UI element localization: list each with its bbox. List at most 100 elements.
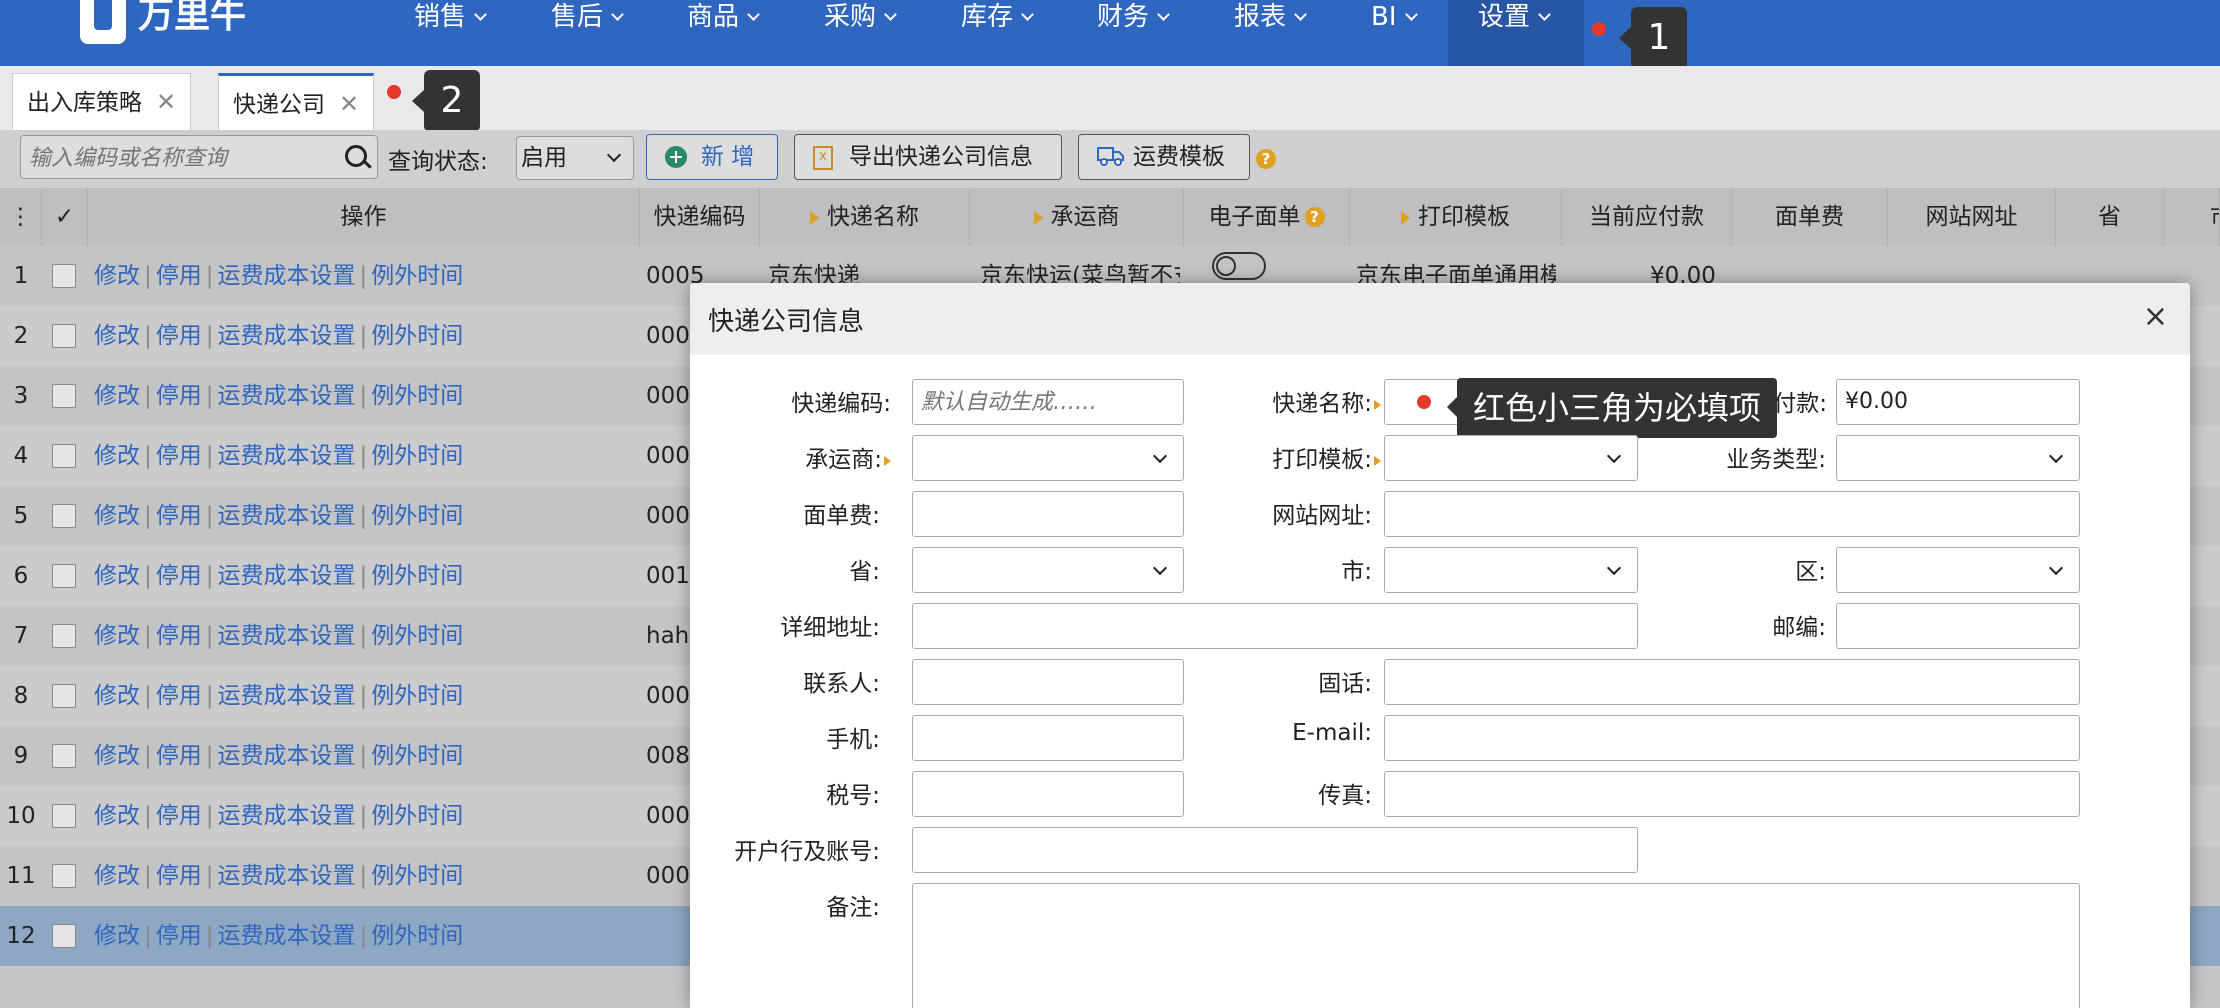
row-checkbox[interactable] — [52, 564, 76, 588]
exception-time-link[interactable]: 例外时间 — [371, 923, 463, 949]
row-checkbox[interactable] — [52, 744, 76, 768]
disable-link[interactable]: 停用 — [156, 383, 202, 409]
column-header-eorder[interactable]: 电子面单? — [1184, 188, 1350, 246]
row-checkbox[interactable] — [52, 384, 76, 408]
edit-link[interactable]: 修改 — [94, 263, 140, 289]
disable-link[interactable]: 停用 — [156, 263, 202, 289]
column-header-province[interactable]: 省 — [2056, 188, 2164, 246]
row-checkbox[interactable] — [52, 924, 76, 948]
edit-link[interactable]: 修改 — [94, 443, 140, 469]
column-header-code[interactable]: 快递编码 — [640, 188, 760, 246]
edit-link[interactable]: 修改 — [94, 863, 140, 889]
edit-link[interactable]: 修改 — [94, 923, 140, 949]
disable-link[interactable]: 停用 — [156, 863, 202, 889]
province-select[interactable] — [912, 547, 1184, 593]
nav-item-products[interactable]: 商品 — [683, 0, 762, 66]
disable-link[interactable]: 停用 — [156, 803, 202, 829]
exception-time-link[interactable]: 例外时间 — [371, 563, 463, 589]
freight-cost-link[interactable]: 运费成本设置 — [218, 383, 356, 409]
freight-cost-link[interactable]: 运费成本设置 — [218, 623, 356, 649]
remark-textarea[interactable] — [912, 883, 2080, 1008]
nav-item-settings[interactable]: 设置 — [1448, 0, 1584, 66]
row-checkbox[interactable] — [52, 264, 76, 288]
city-select[interactable] — [1384, 547, 1638, 593]
search-icon[interactable] — [345, 145, 367, 167]
disable-link[interactable]: 停用 — [156, 503, 202, 529]
help-icon[interactable]: ? — [1256, 149, 1276, 169]
nav-item-inventory[interactable]: 库存 — [957, 0, 1036, 66]
website-input[interactable] — [1384, 491, 2080, 537]
add-button[interactable]: 新 增 — [646, 134, 778, 180]
freight-cost-link[interactable]: 运费成本设置 — [218, 803, 356, 829]
freight-template-button[interactable]: 运费模板 — [1078, 134, 1250, 180]
row-checkbox[interactable] — [52, 504, 76, 528]
eorder-toggle[interactable] — [1212, 252, 1266, 280]
disable-link[interactable]: 停用 — [156, 743, 202, 769]
column-header-website[interactable]: 网站网址 — [1888, 188, 2056, 246]
edit-link[interactable]: 修改 — [94, 503, 140, 529]
exception-time-link[interactable]: 例外时间 — [371, 623, 463, 649]
disable-link[interactable]: 停用 — [156, 443, 202, 469]
bank-input[interactable] — [912, 827, 1638, 873]
freight-cost-link[interactable]: 运费成本设置 — [218, 683, 356, 709]
phone-input[interactable] — [1384, 659, 2080, 705]
nav-item-bi[interactable]: BI — [1367, 0, 1420, 66]
contact-input[interactable] — [912, 659, 1184, 705]
column-header-carrier[interactable]: 承运商 — [970, 188, 1184, 246]
row-checkbox[interactable] — [52, 624, 76, 648]
edit-link[interactable]: 修改 — [94, 743, 140, 769]
freight-cost-link[interactable]: 运费成本设置 — [218, 443, 356, 469]
address-input[interactable] — [912, 603, 1638, 649]
disable-link[interactable]: 停用 — [156, 623, 202, 649]
column-header-print-template[interactable]: 打印模板 — [1350, 188, 1562, 246]
nav-item-purchase[interactable]: 采购 — [820, 0, 899, 66]
print-template-select[interactable] — [1384, 435, 1638, 481]
close-icon[interactable]: ✕ — [156, 88, 176, 116]
freight-cost-link[interactable]: 运费成本设置 — [218, 263, 356, 289]
column-header-payable[interactable]: 当前应付款 — [1562, 188, 1732, 246]
select-all-checkbox[interactable]: ✓ — [42, 188, 88, 246]
postcode-input[interactable] — [1836, 603, 2080, 649]
disable-link[interactable]: 停用 — [156, 683, 202, 709]
sheet-fee-input[interactable] — [912, 491, 1184, 537]
freight-cost-link[interactable]: 运费成本设置 — [218, 503, 356, 529]
email-input[interactable] — [1384, 715, 2080, 761]
app-logo[interactable]: 万里牛 — [80, 0, 246, 44]
edit-link[interactable]: 修改 — [94, 803, 140, 829]
edit-link[interactable]: 修改 — [94, 563, 140, 589]
tab-courier-company[interactable]: 快递公司 ✕ — [218, 73, 375, 130]
close-icon[interactable]: × — [2143, 299, 2168, 334]
nav-item-sales[interactable]: 销售 — [410, 0, 489, 66]
column-menu-icon[interactable]: ⋮ — [0, 188, 42, 246]
row-checkbox[interactable] — [52, 864, 76, 888]
exception-time-link[interactable]: 例外时间 — [371, 683, 463, 709]
tax-no-input[interactable] — [912, 771, 1184, 817]
status-filter-select[interactable]: 启用 — [516, 136, 634, 180]
code-input[interactable] — [912, 379, 1184, 425]
district-select[interactable] — [1836, 547, 2080, 593]
exception-time-link[interactable]: 例外时间 — [371, 863, 463, 889]
freight-cost-link[interactable]: 运费成本设置 — [218, 323, 356, 349]
exception-time-link[interactable]: 例外时间 — [371, 323, 463, 349]
edit-link[interactable]: 修改 — [94, 383, 140, 409]
freight-cost-link[interactable]: 运费成本设置 — [218, 743, 356, 769]
close-icon[interactable]: ✕ — [339, 90, 359, 118]
nav-item-reports[interactable]: 报表 — [1230, 0, 1309, 66]
exception-time-link[interactable]: 例外时间 — [371, 443, 463, 469]
exception-time-link[interactable]: 例外时间 — [371, 743, 463, 769]
exception-time-link[interactable]: 例外时间 — [371, 803, 463, 829]
edit-link[interactable]: 修改 — [94, 323, 140, 349]
edit-link[interactable]: 修改 — [94, 683, 140, 709]
freight-cost-link[interactable]: 运费成本设置 — [218, 863, 356, 889]
fax-input[interactable] — [1384, 771, 2080, 817]
freight-cost-link[interactable]: 运费成本设置 — [218, 923, 356, 949]
row-checkbox[interactable] — [52, 684, 76, 708]
disable-link[interactable]: 停用 — [156, 923, 202, 949]
carrier-select[interactable] — [912, 435, 1184, 481]
search-input[interactable] — [27, 140, 331, 176]
column-header-sheet-fee[interactable]: 面单费 — [1732, 188, 1888, 246]
balance-input[interactable]: ¥0.00 — [1836, 379, 2080, 425]
column-header-city[interactable]: 市 — [2164, 188, 2220, 246]
help-icon[interactable]: ? — [1304, 207, 1325, 227]
business-type-select[interactable] — [1836, 435, 2080, 481]
